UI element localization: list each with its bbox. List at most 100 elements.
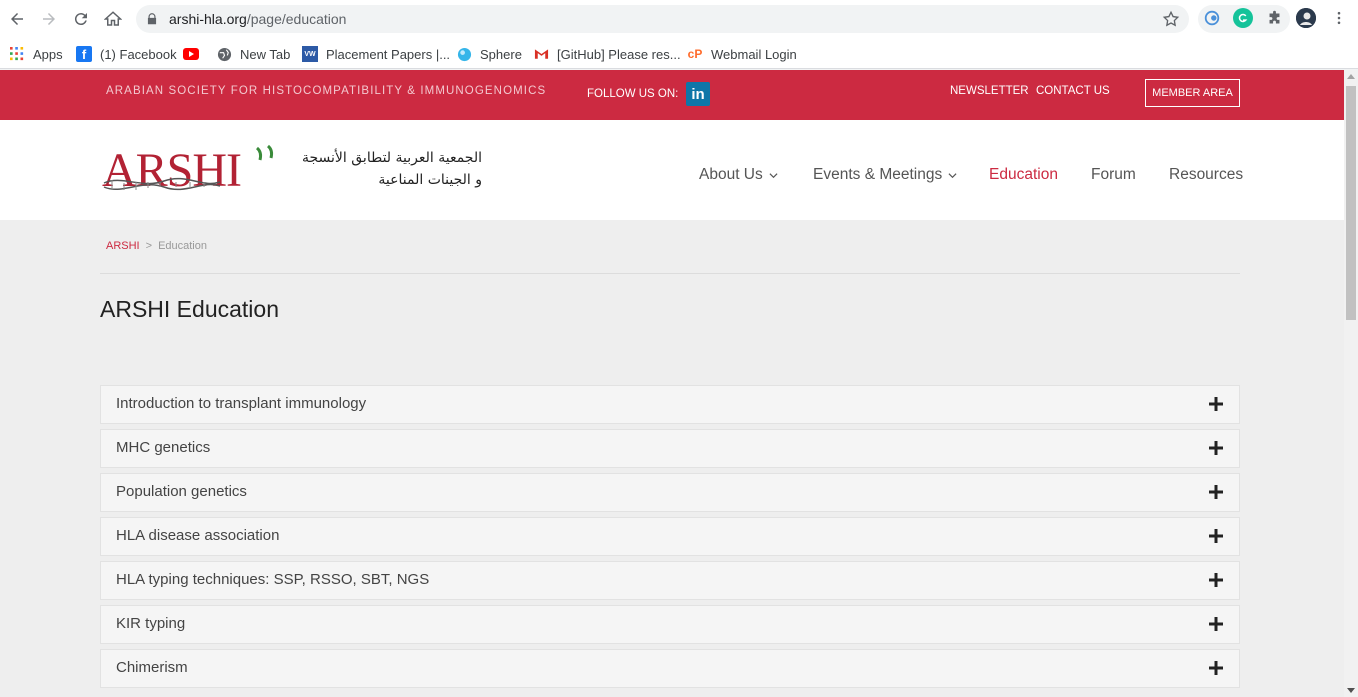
bookmark-apps[interactable]: Apps bbox=[9, 44, 63, 64]
arabic-line-1: الجمعية العربية لتطابق الأنسجة bbox=[302, 150, 482, 166]
nav-label: Resources bbox=[1169, 166, 1244, 183]
nav-label: Forum bbox=[1091, 166, 1136, 183]
bookmark-facebook[interactable]: f (1) Facebook bbox=[76, 44, 177, 64]
accordion-item-population-genetics[interactable]: Population genetics bbox=[100, 473, 1240, 512]
accordion-item-transplant-immunology[interactable]: Introduction to transplant immunology bbox=[100, 385, 1240, 424]
forward-button[interactable] bbox=[37, 7, 61, 31]
plus-icon bbox=[1209, 485, 1223, 499]
contact-us-link[interactable]: CONTACT US bbox=[1036, 85, 1110, 97]
scroll-down-arrow-icon[interactable] bbox=[1347, 688, 1355, 693]
home-button[interactable] bbox=[101, 7, 125, 31]
cpanel-icon: cP bbox=[687, 47, 703, 61]
accordion-item-label: KIR typing bbox=[116, 615, 186, 632]
accordion-item-label: Population genetics bbox=[116, 483, 247, 500]
youtube-icon bbox=[183, 46, 199, 62]
accordion-item-kir-typing[interactable]: KIR typing bbox=[100, 605, 1240, 644]
address-bar[interactable]: arshi-hla.org/page/education bbox=[136, 5, 1189, 33]
bookmark-placement-papers[interactable]: VW Placement Papers |... bbox=[302, 44, 450, 64]
society-name: ARABIAN SOCIETY FOR HISTOCOMPATIBILITY &… bbox=[106, 85, 547, 97]
apps-grid-icon bbox=[9, 46, 25, 62]
bookmark-youtube[interactable] bbox=[183, 44, 207, 64]
arrow-right-icon bbox=[43, 13, 55, 25]
accordion-item-chimerism[interactable]: Chimerism bbox=[100, 649, 1240, 688]
accordion-item-label: HLA disease association bbox=[116, 527, 280, 544]
arabic-society-name: الجمعية العربية لتطابق الأنسجة و الجينات… bbox=[300, 147, 482, 191]
follow-us-label: FOLLOW US ON: bbox=[587, 88, 679, 100]
bookmark-webmail[interactable]: cP Webmail Login bbox=[687, 44, 797, 64]
arabic-line-2: و الجينات المناعية bbox=[378, 172, 482, 188]
url-text: arshi-hla.org/page/education bbox=[169, 11, 347, 27]
home-icon bbox=[104, 11, 122, 26]
breadcrumb-home-link[interactable]: ARSHI bbox=[106, 240, 140, 252]
accordion-item-hla-disease-association[interactable]: HLA disease association bbox=[100, 517, 1240, 556]
plus-icon bbox=[1209, 617, 1223, 631]
plus-icon bbox=[1209, 573, 1223, 587]
accordion-item-label: MHC genetics bbox=[116, 439, 211, 456]
bookmarks-bar: Apps f (1) Facebook New Tab VW Placement… bbox=[0, 38, 1358, 69]
plus-icon bbox=[1209, 661, 1223, 675]
accordion-item-mhc-genetics[interactable]: MHC genetics bbox=[100, 429, 1240, 468]
bookmark-label: [GitHub] Please res... bbox=[557, 46, 681, 62]
vw-icon: VW bbox=[302, 46, 318, 62]
bookmark-label: Placement Papers |... bbox=[326, 46, 451, 62]
browser-menu-icon[interactable] bbox=[1329, 8, 1349, 28]
lock-icon bbox=[147, 13, 157, 25]
plus-icon bbox=[1209, 529, 1223, 543]
breadcrumb-separator: > bbox=[145, 240, 153, 252]
bookmark-label: (1) Facebook bbox=[100, 46, 177, 62]
bookmark-label: Apps bbox=[33, 46, 63, 62]
bookmark-new-tab[interactable]: New Tab bbox=[216, 44, 290, 64]
chevron-down-icon bbox=[769, 172, 778, 178]
scroll-up-arrow-icon[interactable] bbox=[1347, 74, 1355, 79]
globe-icon bbox=[216, 46, 232, 62]
chevron-down-icon bbox=[948, 172, 957, 178]
linkedin-icon[interactable]: in bbox=[686, 82, 710, 106]
accordion-item-label: HLA typing techniques: SSP, RSSO, SBT, N… bbox=[116, 571, 430, 588]
arrow-left-icon bbox=[11, 13, 23, 25]
member-area-button[interactable]: MEMBER AREA bbox=[1145, 79, 1240, 107]
education-accordion: Introduction to transplant immunology MH… bbox=[100, 385, 1240, 693]
nav-about-us[interactable]: About Us bbox=[699, 166, 778, 184]
nav-education[interactable]: Education bbox=[989, 166, 1058, 184]
reload-button[interactable] bbox=[69, 7, 93, 31]
profile-avatar-icon[interactable] bbox=[1296, 8, 1316, 28]
newsletter-link[interactable]: NEWSLETTER bbox=[950, 85, 1029, 97]
bookmark-label: New Tab bbox=[240, 46, 291, 62]
puzzle-extensions-icon[interactable] bbox=[1264, 8, 1284, 28]
scrollbar-thumb[interactable] bbox=[1346, 86, 1356, 320]
bookmark-github-gmail[interactable]: [GitHub] Please res... bbox=[533, 44, 681, 64]
nav-resources[interactable]: Resources bbox=[1169, 166, 1243, 184]
bookmark-label: Sphere bbox=[480, 46, 522, 62]
nav-events-meetings[interactable]: Events & Meetings bbox=[813, 166, 957, 184]
reload-icon bbox=[74, 13, 87, 26]
plus-icon bbox=[1209, 441, 1223, 455]
page-title: ARSHI Education bbox=[100, 296, 279, 322]
facebook-icon: f bbox=[76, 46, 92, 62]
divider bbox=[100, 273, 1240, 274]
nav-label: About Us bbox=[699, 166, 763, 183]
gmail-icon bbox=[533, 46, 549, 62]
page-scrollbar[interactable] bbox=[1344, 70, 1358, 697]
nav-label: Education bbox=[989, 166, 1058, 183]
web-page: ARABIAN SOCIETY FOR HISTOCOMPATIBILITY &… bbox=[0, 70, 1344, 697]
breadcrumb: ARSHI > Education bbox=[106, 240, 207, 252]
nav-label: Events & Meetings bbox=[813, 166, 943, 183]
browser-toolbar: arshi-hla.org/page/education bbox=[0, 0, 1358, 38]
bookmark-star-icon[interactable] bbox=[1162, 10, 1180, 28]
accordion-item-hla-typing-techniques[interactable]: HLA typing techniques: SSP, RSSO, SBT, N… bbox=[100, 561, 1240, 600]
arshi-logo[interactable]: ARSHI bbox=[102, 142, 282, 194]
nav-forum[interactable]: Forum bbox=[1091, 166, 1136, 184]
back-button[interactable] bbox=[5, 7, 29, 31]
accordion-item-label: Chimerism bbox=[116, 659, 188, 676]
accordion-item-label: Introduction to transplant immunology bbox=[116, 395, 367, 412]
logo-text: ARSHI bbox=[102, 144, 241, 194]
breadcrumb-current: Education bbox=[158, 240, 207, 252]
bookmark-label: Webmail Login bbox=[711, 46, 797, 62]
extension-c-icon[interactable] bbox=[1202, 8, 1222, 28]
grammarly-icon[interactable] bbox=[1233, 8, 1253, 28]
top-utility-bar: ARABIAN SOCIETY FOR HISTOCOMPATIBILITY &… bbox=[0, 70, 1344, 120]
plus-icon bbox=[1209, 397, 1223, 411]
bookmark-sphere[interactable]: Sphere bbox=[456, 44, 522, 64]
sphere-icon bbox=[456, 46, 472, 62]
site-header: ARSHI الجمعية العربية لتطابق الأنسجة و ا… bbox=[0, 120, 1344, 220]
